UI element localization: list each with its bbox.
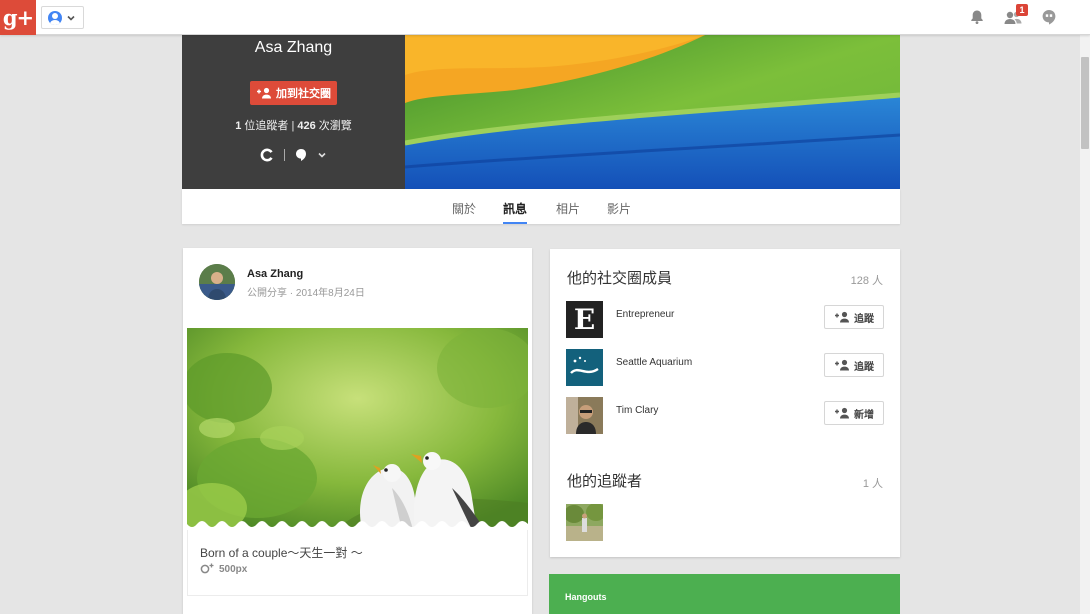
account-avatar-icon [48,10,62,25]
member-name[interactable]: Tim Clary [616,405,658,416]
tab-videos[interactable]: 影片 [607,200,631,224]
bell-icon [971,10,983,24]
follower-avatar[interactable] [566,504,603,541]
hangouts-button[interactable] [1038,6,1060,28]
circle-member-row: Seattle Aquarium 追蹤 [566,349,884,387]
scrollbar-thumb[interactable] [1081,57,1089,149]
post-card: Asa Zhang 公開分享 · 2014年8月24日 Born of a co… [183,248,532,614]
post-source-name[interactable]: 500px [219,564,247,575]
hangouts-icon [1042,10,1056,25]
post-caption-box: Born of a couple～天生一對 ～ 500px [187,530,528,596]
chevron-down-icon [67,15,75,21]
follow-label: 追蹤 [854,361,874,373]
entrepreneur-logo-letter: E [573,303,596,336]
circles-count: 128 人 [850,275,883,287]
profile-stats: 1 位追蹤者 | 426 次瀏覽 [182,117,405,133]
hangouts-icon[interactable] [295,148,307,162]
views-text: 次瀏覽 [318,120,352,132]
cover-image [405,35,900,189]
member-avatar[interactable]: E [566,301,603,338]
follow-button[interactable]: 追蹤 [824,305,884,329]
add-person-icon [835,311,849,323]
follower-photo [566,504,603,541]
notifications-button[interactable] [966,6,988,28]
actions-divider [284,149,285,161]
post-caption[interactable]: Born of a couple～天生一對 ～ [200,544,363,561]
post-visibility: 公開分享 [247,288,287,299]
add-to-circles-label: 加到社交圈 [276,88,331,100]
people-button[interactable]: 1 [1002,4,1028,28]
add-to-circles-button[interactable]: 加到社交圈 [250,81,337,105]
birds-photo [187,328,528,530]
post-photo[interactable] [187,328,528,530]
tab-about[interactable]: 關於 [452,200,476,224]
add-person-icon [257,87,271,99]
followers-count-label: 1 人 [862,478,883,490]
notification-badge: 1 [1016,4,1028,16]
cover-photo [405,35,900,189]
add-button[interactable]: 新增 [824,401,884,425]
views-count: 426 [297,120,316,132]
profile-tabs: 關於 訊息 相片 影片 [182,189,900,224]
post-author-name[interactable]: Asa Zhang [247,268,303,280]
add-person-icon [835,359,849,371]
hangouts-card[interactable]: Hangouts [549,574,900,614]
logo-text: g+ [2,5,34,30]
circles-title: 他的社交圈成員 [567,270,673,287]
stats-separator: | [291,120,295,132]
profile-name: Asa Zhang [254,39,333,56]
tab-photos[interactable]: 相片 [556,200,580,224]
add-person-icon [835,407,849,419]
chevron-down-icon[interactable] [317,150,327,160]
circles-icon[interactable] [260,148,274,162]
member-avatar[interactable] [566,349,603,386]
page-scrollbar[interactable] [1080,35,1090,614]
post-author-avatar[interactable] [199,264,235,300]
circles-card: 他的社交圈成員 128 人 E Entrepreneur 追蹤 Seattle … [550,249,900,557]
circle-member-row: Tim Clary 新增 [566,397,884,435]
follow-label: 追蹤 [854,313,874,325]
hangouts-title: Hangouts [565,592,607,602]
add-label: 新增 [854,409,874,421]
tim-clary-photo [566,397,603,434]
tab-posts[interactable]: 訊息 [503,200,528,224]
member-avatar[interactable] [566,397,603,434]
post-meta: 公開分享 · 2014年8月24日 [247,284,365,299]
account-switcher-button[interactable] [41,6,84,29]
avatar-image [199,264,235,300]
followers-title: 他的追蹤者 [567,473,643,490]
followers-text: 位追蹤者 [244,120,289,132]
member-name[interactable]: Entrepreneur [616,309,674,320]
top-bar: g+ 1 [0,0,1090,35]
followers-count: 1 [235,120,242,132]
seattle-aquarium-logo [566,349,603,386]
profile-header-panel: Asa Zhang 加到社交圈 1 位追蹤者 | 426 次瀏覽 [182,35,405,189]
google-plus-logo[interactable]: g+ [0,0,36,35]
topbar-icons: 1 [966,4,1060,28]
post-date[interactable]: 2014年8月24日 [296,288,365,299]
circle-member-row: E Entrepreneur 追蹤 [566,301,884,339]
post-meta-dot: · [289,288,294,299]
follow-button[interactable]: 追蹤 [824,353,884,377]
member-name[interactable]: Seattle Aquarium [616,357,692,368]
profile-actions [182,148,405,162]
add-to-circle-icon [200,563,214,574]
post-source: 500px [200,563,247,575]
